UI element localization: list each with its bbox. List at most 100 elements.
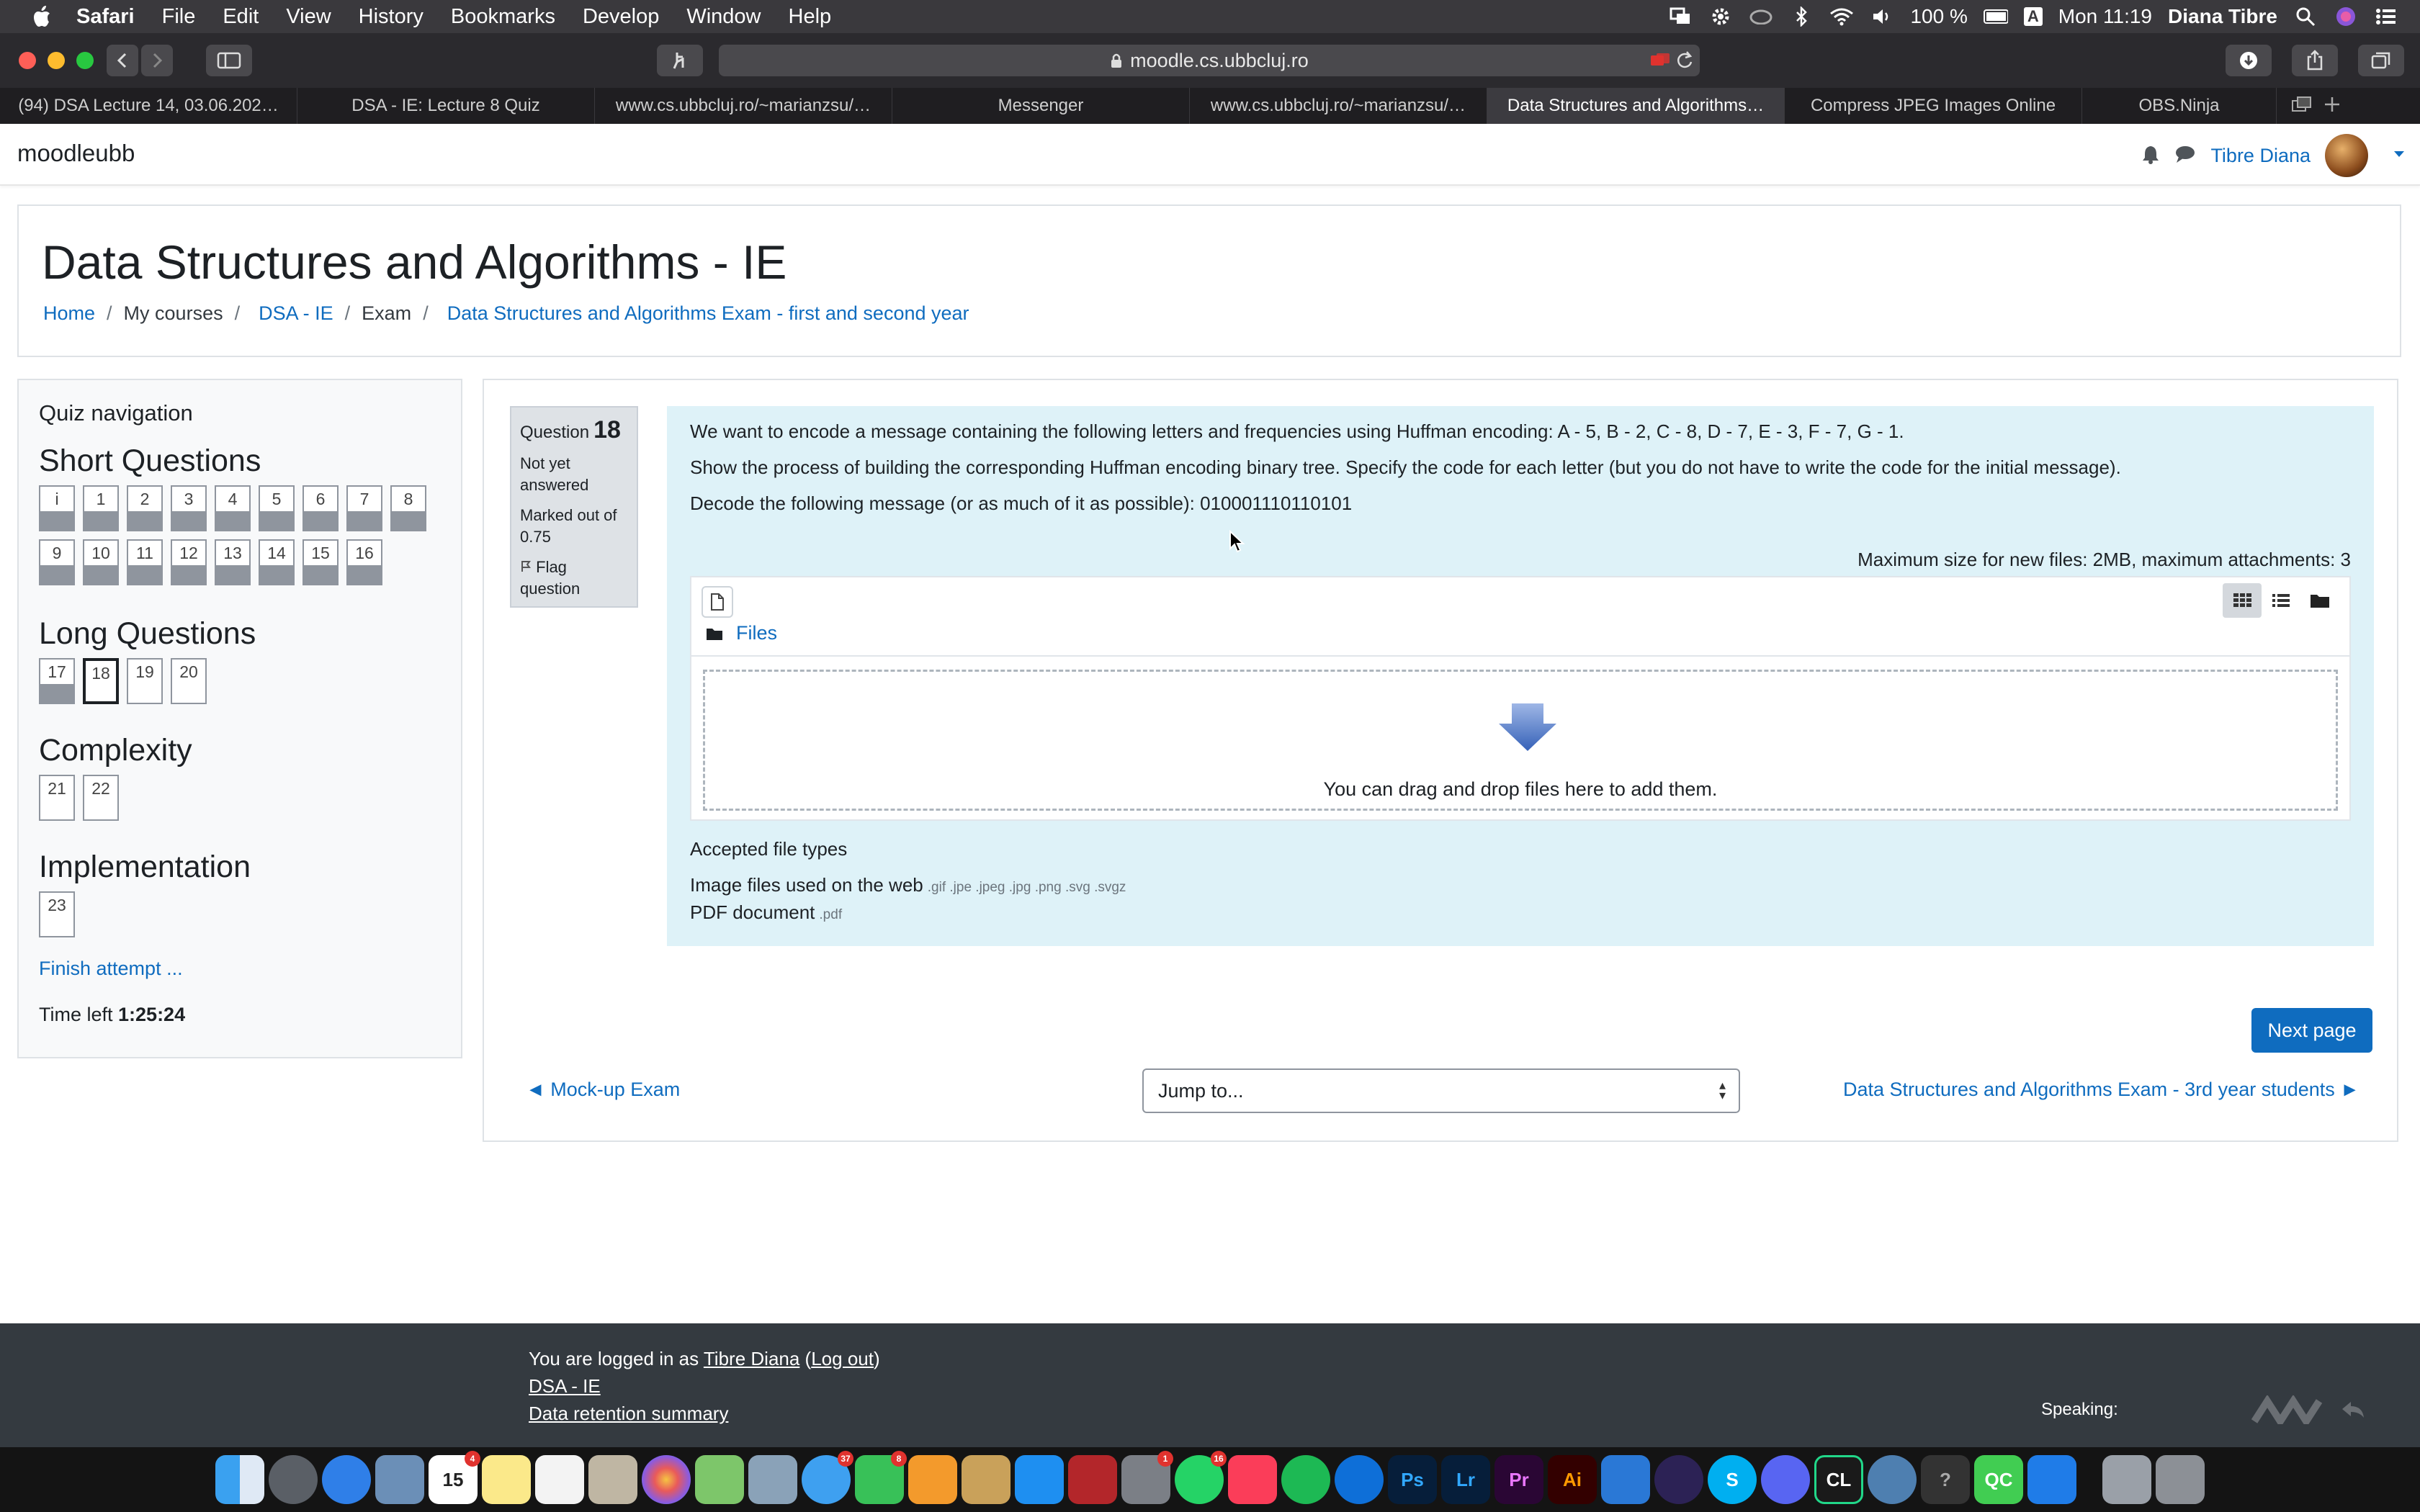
question-button[interactable]: 9 [39,539,75,585]
finish-attempt-link[interactable]: Finish attempt ... [39,958,183,980]
bluetooth-icon[interactable] [1789,6,1814,27]
discord-icon[interactable] [1761,1455,1810,1504]
question-button[interactable]: 16 [346,539,382,585]
browser-tab[interactable]: www.cs.ubbcluj.ro/~marianzsu/… [595,88,892,124]
clion-icon[interactable]: CL [1814,1455,1863,1504]
menu-edit[interactable]: Edit [223,5,259,29]
browser-tab[interactable]: Compress JPEG Images Online [1785,88,2082,124]
spotlight-search-icon[interactable] [2293,6,2318,27]
maps-icon[interactable] [695,1455,744,1504]
question-button[interactable]: 1 [83,485,119,531]
breadcrumb-course[interactable]: DSA - IE [259,302,333,325]
notes-icon[interactable] [482,1455,531,1504]
question-button[interactable]: 13 [215,539,251,585]
files-link[interactable]: Files [736,622,777,644]
preview-icon[interactable] [375,1455,424,1504]
trash-icon[interactable] [2156,1455,2205,1504]
address-bar[interactable]: moodle.cs.ubbcluj.ro [719,45,1700,76]
skype-icon[interactable]: S [1708,1455,1757,1504]
question-button[interactable]: 6 [302,485,339,531]
minimize-window-button[interactable] [48,52,65,69]
zoom-window-button[interactable] [76,52,94,69]
creative-cloud-icon[interactable] [1749,6,1773,27]
browser-tab[interactable]: DSA - IE: Lecture 8 Quiz [297,88,595,124]
archive-icon[interactable] [962,1455,1010,1504]
system-preferences-icon[interactable]: 1 [1121,1451,1173,1504]
browser-tab[interactable]: OBS.Ninja [2082,88,2277,124]
xcode-icon[interactable] [1601,1455,1650,1504]
browser-tab[interactable]: Messenger [892,88,1190,124]
reply-icon[interactable] [2341,1399,2365,1424]
menubar-user[interactable]: Diana Tibre [2168,5,2277,28]
menu-bookmarks[interactable]: Bookmarks [451,5,555,29]
data-retention-link[interactable]: Data retention summary [529,1403,728,1424]
menu-help[interactable]: Help [789,5,832,29]
menu-view[interactable]: View [286,5,331,29]
question-button[interactable]: 19 [127,658,163,704]
browser-tab[interactable]: (94) DSA Lecture 14, 03.06.202… [0,88,297,124]
menu-window[interactable]: Window [686,5,761,29]
tree-view-button[interactable] [2300,583,2339,618]
reminders-icon[interactable] [535,1455,584,1504]
menu-app-name[interactable]: Safari [76,5,135,29]
question-button[interactable]: 23 [39,891,75,937]
previous-activity-link[interactable]: ◄ Mock-up Exam [526,1079,680,1101]
photo-booth-icon[interactable] [1068,1455,1117,1504]
question-button[interactable]: 15 [302,539,339,585]
app-store-icon[interactable] [1015,1455,1064,1504]
forward-button[interactable] [141,45,173,76]
launchpad-icon[interactable] [269,1455,318,1504]
sidebar-toggle-button[interactable] [206,45,252,76]
question-button[interactable]: 2 [127,485,163,531]
chat-bubble-icon[interactable] [2174,145,2196,167]
menu-history[interactable]: History [359,5,424,29]
file-drop-zone[interactable]: You can drag and drop files here to add … [703,670,2338,811]
screen-share-icon[interactable] [1668,6,1693,27]
gear-status-icon[interactable] [1708,6,1733,27]
messages-icon[interactable]: 37 [802,1451,853,1504]
lightroom-icon[interactable]: Lr [1441,1455,1490,1504]
footer-course-link[interactable]: DSA - IE [529,1375,601,1397]
question-button[interactable]: 11 [127,539,163,585]
jump-to-select[interactable]: Jump to... ▴ ▾ [1142,1068,1740,1113]
whatsapp-icon[interactable]: 16 [1175,1451,1227,1504]
sequence-diagram-icon[interactable] [2027,1455,2076,1504]
photos-icon[interactable] [642,1455,691,1504]
wifi-icon[interactable] [1829,6,1854,27]
question-button[interactable]: 4 [215,485,251,531]
breadcrumb-home[interactable]: Home [43,302,95,325]
new-tab-icon[interactable] [2323,95,2341,117]
input-source-indicator[interactable]: A [2023,7,2043,26]
bell-icon[interactable] [2141,144,2160,168]
add-file-button[interactable] [702,586,733,618]
camera-indicator-icon[interactable] [1649,52,1671,74]
question-button[interactable]: i [39,485,75,531]
spotify-icon[interactable] [1281,1455,1330,1504]
siri-icon[interactable] [2334,6,2358,27]
question-button[interactable]: 3 [171,485,207,531]
menubar-clock[interactable]: Mon 11:19 [2058,5,2152,28]
question-button[interactable]: 20 [171,658,207,704]
tab-overview-button[interactable] [2358,45,2404,76]
list-view-button[interactable] [2262,583,2300,618]
question-button[interactable]: 21 [39,775,75,821]
reload-icon[interactable] [1675,50,1694,76]
extension-button[interactable] [657,45,703,76]
breadcrumb-activity[interactable]: Data Structures and Algorithms Exam - fi… [447,302,969,325]
pages-icon[interactable] [908,1455,957,1504]
question-button[interactable]: 8 [390,485,426,531]
safari-icon[interactable] [322,1455,371,1504]
site-brand[interactable]: moodleubb [17,140,135,167]
apple-icon[interactable] [27,4,56,30]
next-activity-link[interactable]: Data Structures and Algorithms Exam - 3r… [1843,1079,2360,1101]
avatar[interactable] [2325,134,2368,177]
question-button[interactable]: 5 [259,485,295,531]
eclipse-icon[interactable] [1654,1455,1703,1504]
facetime-icon[interactable]: 8 [855,1451,907,1504]
browser-tab-active[interactable]: Data Structures and Algorithms… [1487,88,1785,124]
documents-folder-icon[interactable] [2102,1455,2151,1504]
calendar-icon[interactable]: 15 4 [429,1451,480,1504]
question-button[interactable]: 10 [83,539,119,585]
question-button[interactable]: 17 [39,658,75,704]
qt-creator-icon[interactable]: QC [1974,1455,2023,1504]
